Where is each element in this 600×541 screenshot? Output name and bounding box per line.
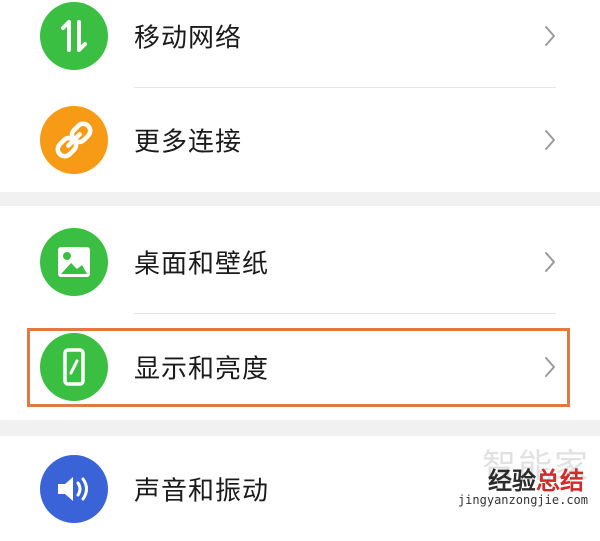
group-separator <box>0 192 600 206</box>
group-separator <box>0 420 600 436</box>
divider <box>134 313 556 314</box>
speaker-icon <box>40 455 108 523</box>
chevron-right-icon <box>545 252 555 272</box>
chevron-right-icon <box>545 130 555 150</box>
mobile-data-icon <box>40 2 108 70</box>
settings-item-label: 声音和振动 <box>134 476 270 507</box>
settings-item-mobile-network[interactable]: 移动网络 <box>0 0 600 88</box>
settings-item-sound-vibration[interactable]: 声音和振动 <box>0 437 600 541</box>
settings-item-more-connections[interactable]: 更多连接 <box>0 88 600 192</box>
chevron-right-icon <box>545 26 555 46</box>
settings-item-label: 桌面和壁纸 <box>134 249 270 280</box>
picture-icon <box>40 228 108 296</box>
settings-screen: 移动网络 更多连接 桌面和壁纸 显示和亮度 声音和振动 智能家 经验总结 jin… <box>0 0 600 541</box>
link-icon <box>40 106 108 174</box>
highlight-box <box>27 328 570 407</box>
settings-item-desktop-wallpaper[interactable]: 桌面和壁纸 <box>0 210 600 314</box>
settings-item-label: 更多连接 <box>134 127 243 158</box>
settings-item-label: 移动网络 <box>134 23 243 54</box>
